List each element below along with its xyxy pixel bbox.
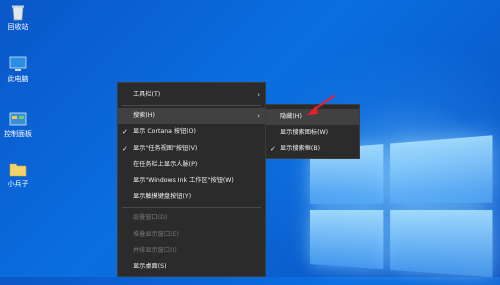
menu-item-label: 显示 Cortana 按钮(O) [133,128,196,136]
taskbar-context-menu: 工具栏(T) › 搜索(H) › ✓ 显示 Cortana 按钮(O) ✓ 显示… [117,82,266,277]
menu-item-label: 显示桌面(S) [133,262,167,270]
menu-item-search[interactable]: 搜索(H) › [118,108,265,125]
menu-item-side-by-side-windows: 并排显示窗口(I) [118,243,265,259]
annotation-arrow-icon [307,95,335,115]
checkmark-icon: ✓ [122,144,128,153]
menu-item-label: 显示"Windows Ink 工作区"按钮(W) [133,176,234,184]
menu-item-stack-windows: 堆叠显示窗口(E) [118,227,265,243]
logo-pane-bottom-left [310,210,384,270]
submenu-item-label: 隐藏(H) [280,113,302,120]
logo-pane-bottom-right [390,210,493,278]
menu-item-label: 工具栏(T) [133,91,161,98]
menu-item-label: 显示触摸键盘按钮(Y) [133,193,192,201]
submenu-item-show-search-box[interactable]: ✓ 显示搜索框(B) [266,141,359,157]
recycle-bin-icon [9,3,27,21]
menu-item-show-desktop[interactable]: 显示桌面(S) [118,259,265,275]
chevron-right-icon: › [257,91,260,99]
submenu-item-label: 显示搜索图标(W) [280,129,329,136]
menu-item-label: 层叠窗口(D) [133,214,168,222]
menu-item-show-touch-keyboard-button[interactable]: 显示触摸键盘按钮(Y) [118,189,265,205]
menu-item-show-task-view-button[interactable]: ✓ 显示"任务视图"按钮(V) [118,141,265,157]
menu-item-label: 显示"任务视图"按钮(V) [133,144,198,152]
menu-item-show-windows-ink-button[interactable]: 显示"Windows Ink 工作区"按钮(W) [118,173,265,189]
desktop-icon-label: 小兵子 [7,180,29,188]
menu-item-label: 堆叠显示窗口(E) [133,230,179,238]
desktop-icon-label: 控制面板 [4,130,32,138]
menu-item-label: 搜索(H) [133,112,155,120]
control-panel-icon [9,110,27,128]
desktop-icon-label: 此电脑 [7,75,29,83]
desktop-icon-this-pc[interactable]: 此电脑 [1,55,35,84]
logo-pane-top-right [390,135,493,204]
folder-icon [9,160,27,178]
menu-separator [122,105,261,107]
menu-item-cascade-windows: 层叠窗口(D) [118,210,265,226]
computer-icon [9,55,27,73]
desktop-icon-control-panel[interactable]: 控制面板 [1,110,35,139]
menu-item-label: 并排显示窗口(I) [133,246,177,254]
submenu-item-label: 显示搜索框(B) [280,145,321,152]
menu-item-show-people[interactable]: 在任务栏上显示人脉(P) [118,157,265,173]
desktop-icon-folder[interactable]: 小兵子 [1,160,35,189]
checkmark-icon: ✓ [270,145,276,153]
menu-item-toolbars[interactable]: 工具栏(T) › [118,87,265,103]
submenu-item-show-search-icon[interactable]: 显示搜索图标(W) [266,125,359,141]
menu-item-label: 在任务栏上显示人脉(P) [133,160,198,168]
menu-separator [122,207,261,209]
chevron-right-icon: › [257,112,260,121]
desktop-icon-recycle-bin[interactable]: 回收站 [1,3,35,32]
menu-item-show-cortana-button[interactable]: ✓ 显示 Cortana 按钮(O) [118,124,265,140]
checkmark-icon: ✓ [122,128,128,137]
desktop-icon-label: 回收站 [7,23,29,31]
